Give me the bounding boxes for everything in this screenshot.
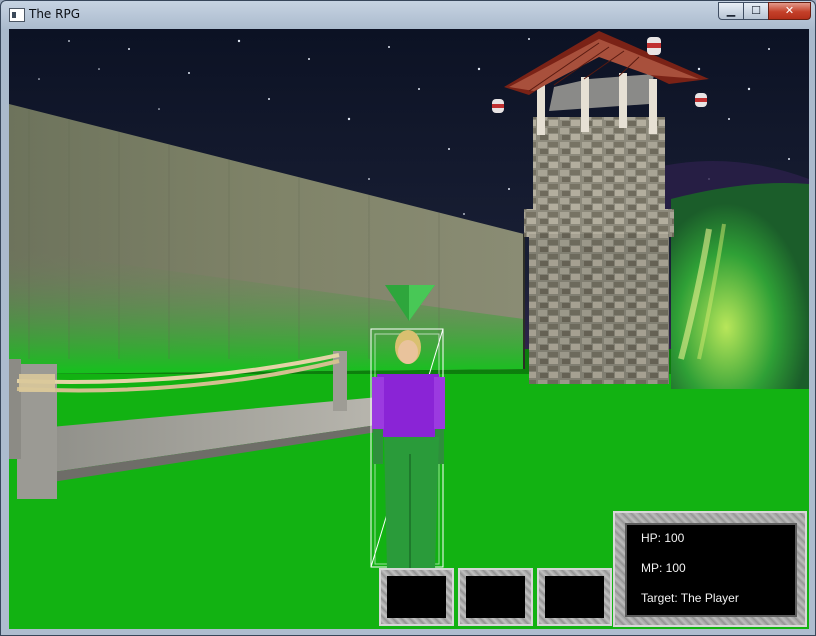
stats-panel: HP: 100 MP: 100 Target: The Player — [613, 511, 807, 627]
window-title: The RPG — [29, 7, 81, 21]
game-viewport[interactable]: HP: 100 MP: 100 Target: The Player — [9, 29, 809, 629]
minimize-button[interactable]: ▁ — [718, 2, 744, 20]
target-label: Target: The Player — [641, 591, 739, 605]
waterfall-icon — [671, 183, 809, 389]
game-window: The RPG ▁ ☐ ✕ HP: 100 MP: 100 Target: Th… — [0, 0, 816, 636]
action-slot-3[interactable] — [537, 568, 612, 626]
title-bar[interactable]: The RPG ▁ ☐ ✕ — [1, 1, 815, 27]
mp-label: MP: 100 — [641, 561, 686, 575]
maximize-button[interactable]: ☐ — [743, 2, 769, 20]
close-button[interactable]: ✕ — [768, 2, 811, 20]
action-slot-2[interactable] — [458, 568, 533, 626]
hp-label: HP: 100 — [641, 531, 685, 545]
app-icon — [9, 8, 25, 22]
action-slot-1[interactable] — [379, 568, 454, 626]
